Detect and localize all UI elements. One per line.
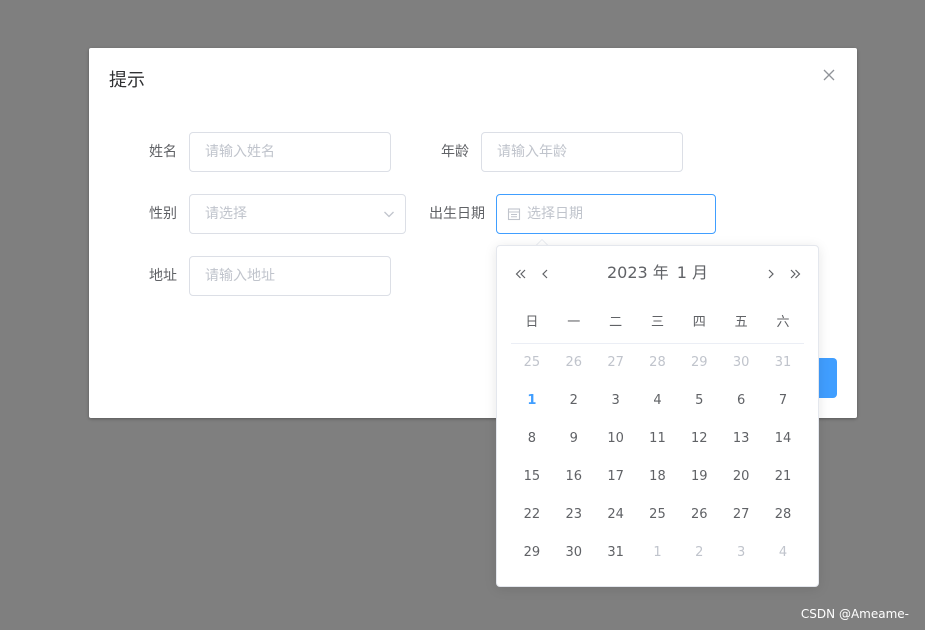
gender-label: 性别 bbox=[149, 206, 177, 222]
dialog-title: 提示 bbox=[109, 70, 145, 91]
weekday-header: 日 一 二 三 四 五 六 bbox=[511, 314, 804, 332]
day-grid: 25 26 27 28 29 30 31 1 2 3 4 5 6 7 8 9 10 11 12 13 14 15 16 17 1… bbox=[511, 353, 804, 581]
age-label: 年龄 bbox=[441, 144, 469, 160]
day-cell[interactable]: 31 bbox=[595, 543, 637, 581]
weekday-label: 二 bbox=[609, 315, 623, 330]
double-chevron-right-icon[interactable] bbox=[788, 267, 802, 281]
day-cell[interactable]: 30 bbox=[553, 543, 595, 581]
day-cell[interactable]: 19 bbox=[678, 467, 720, 505]
day-cell[interactable]: 27 bbox=[595, 353, 637, 391]
day-cell[interactable]: 15 bbox=[511, 467, 553, 505]
gender-select[interactable]: 请选择 bbox=[189, 194, 406, 234]
day-cell[interactable]: 10 bbox=[595, 429, 637, 467]
weekday-label: 一 bbox=[567, 315, 581, 330]
day-cell[interactable]: 5 bbox=[678, 391, 720, 429]
day-cell[interactable]: 4 bbox=[762, 543, 804, 581]
day-cell[interactable]: 12 bbox=[678, 429, 720, 467]
name-input[interactable] bbox=[189, 132, 391, 172]
week-row: 8 9 10 11 12 13 14 bbox=[511, 429, 804, 467]
weekday-label: 三 bbox=[650, 315, 664, 330]
week-row: 25 26 27 28 29 30 31 bbox=[511, 353, 804, 391]
date-picker-panel: 2023 年1 月 日 一 二 三 四 五 六 25 26 27 28 29 30 31 1 2… bbox=[496, 245, 819, 587]
chevron-down-icon bbox=[384, 211, 394, 218]
day-cell[interactable]: 27 bbox=[720, 505, 762, 543]
day-cell[interactable]: 1 bbox=[637, 543, 679, 581]
day-cell[interactable]: 25 bbox=[511, 353, 553, 391]
close-icon[interactable] bbox=[822, 68, 836, 82]
day-cell[interactable]: 29 bbox=[511, 543, 553, 581]
day-cell[interactable]: 23 bbox=[553, 505, 595, 543]
day-cell[interactable]: 21 bbox=[762, 467, 804, 505]
day-cell[interactable]: 30 bbox=[720, 353, 762, 391]
gender-select-placeholder: 请选择 bbox=[205, 206, 247, 222]
weekday-label: 日 bbox=[525, 315, 539, 330]
day-cell[interactable]: 3 bbox=[720, 543, 762, 581]
day-cell[interactable]: 29 bbox=[678, 353, 720, 391]
age-input[interactable] bbox=[481, 132, 683, 172]
day-cell[interactable]: 11 bbox=[637, 429, 679, 467]
day-cell[interactable]: 18 bbox=[637, 467, 679, 505]
day-cell[interactable]: 20 bbox=[720, 467, 762, 505]
day-cell[interactable]: 13 bbox=[720, 429, 762, 467]
day-cell[interactable]: 9 bbox=[553, 429, 595, 467]
week-row: 15 16 17 18 19 20 21 bbox=[511, 467, 804, 505]
day-cell[interactable]: 7 bbox=[762, 391, 804, 429]
day-cell[interactable]: 28 bbox=[637, 353, 679, 391]
weekday-label: 六 bbox=[776, 315, 790, 330]
day-cell[interactable]: 8 bbox=[511, 429, 553, 467]
weekday-label: 五 bbox=[734, 315, 748, 330]
day-cell[interactable]: 16 bbox=[553, 467, 595, 505]
birthday-label: 出生日期 bbox=[429, 206, 485, 222]
week-row: 29 30 31 1 2 3 4 bbox=[511, 543, 804, 581]
calendar-icon bbox=[507, 208, 521, 221]
name-label: 姓名 bbox=[149, 144, 177, 160]
birthday-date-placeholder: 选择日期 bbox=[527, 206, 583, 222]
week-row: 1234567 bbox=[511, 391, 804, 429]
day-cell[interactable]: 17 bbox=[595, 467, 637, 505]
day-cell-today[interactable]: 1 bbox=[511, 391, 553, 429]
day-cell[interactable]: 25 bbox=[637, 505, 679, 543]
weekday-label: 四 bbox=[692, 315, 706, 330]
day-cell[interactable]: 22 bbox=[511, 505, 553, 543]
day-cell[interactable]: 3 bbox=[595, 391, 637, 429]
picker-month[interactable]: 1 月 bbox=[677, 261, 708, 285]
address-input[interactable] bbox=[189, 256, 391, 296]
day-cell[interactable]: 26 bbox=[553, 353, 595, 391]
day-cell[interactable]: 31 bbox=[762, 353, 804, 391]
watermark: CSDN @Ameame- bbox=[800, 607, 909, 621]
picker-year[interactable]: 2023 年 bbox=[607, 261, 669, 285]
week-row: 22 23 24 25 26 27 28 bbox=[511, 505, 804, 543]
day-cell[interactable]: 24 bbox=[595, 505, 637, 543]
day-cell[interactable]: 2 bbox=[553, 391, 595, 429]
weekday-divider bbox=[511, 343, 804, 344]
day-cell[interactable]: 28 bbox=[762, 505, 804, 543]
day-cell[interactable]: 2 bbox=[678, 543, 720, 581]
day-cell[interactable]: 14 bbox=[762, 429, 804, 467]
address-label: 地址 bbox=[149, 268, 177, 284]
day-cell[interactable]: 6 bbox=[720, 391, 762, 429]
day-cell[interactable]: 4 bbox=[637, 391, 679, 429]
confirm-button[interactable] bbox=[819, 358, 837, 398]
chevron-right-icon[interactable] bbox=[764, 267, 778, 281]
birthday-date-input[interactable]: 选择日期 bbox=[496, 194, 716, 234]
day-cell[interactable]: 26 bbox=[678, 505, 720, 543]
